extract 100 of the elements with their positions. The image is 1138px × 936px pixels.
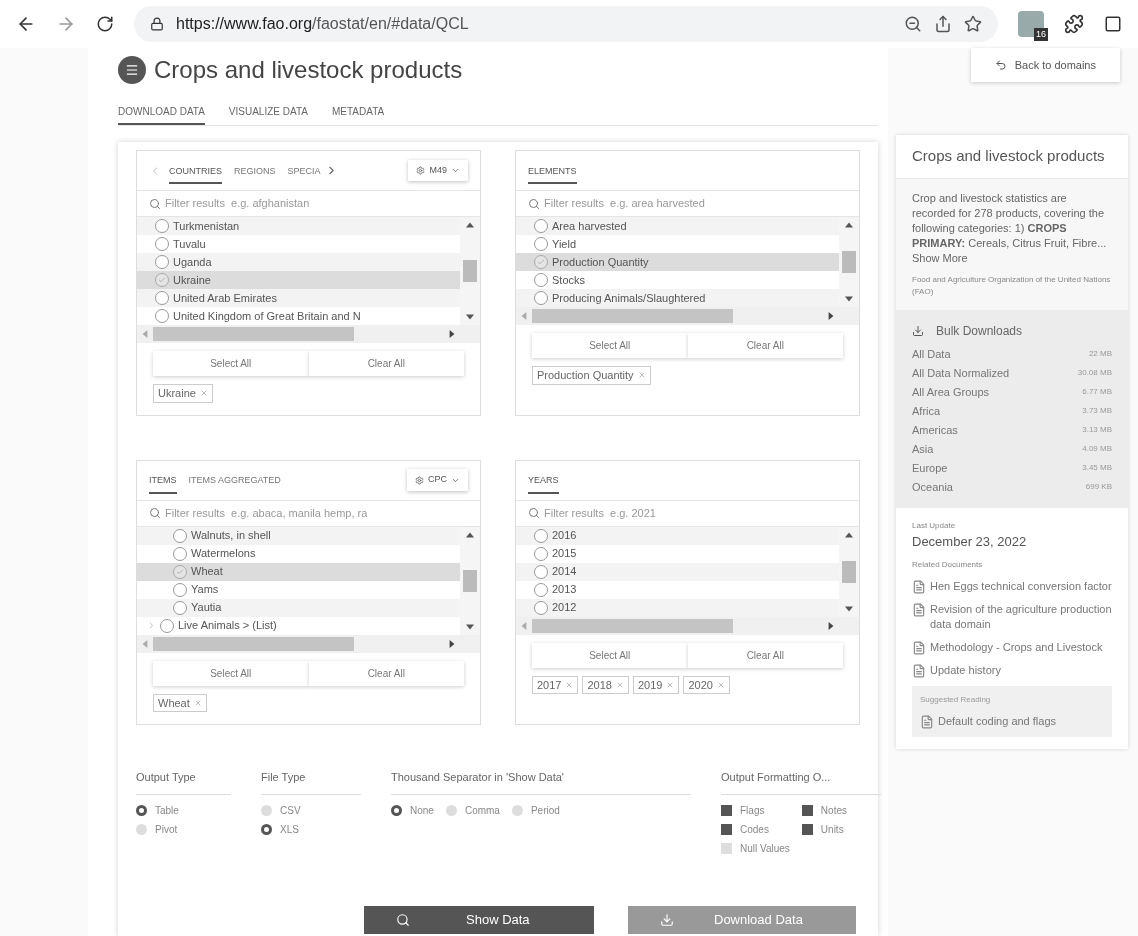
bulk-download-link[interactable]: All Area Groups [912, 384, 990, 401]
radio-button[interactable] [173, 564, 187, 579]
triangle-right-icon[interactable] [827, 312, 835, 320]
radio-button[interactable] [173, 582, 187, 597]
close-icon[interactable] [199, 389, 208, 398]
bulk-download-link[interactable]: Europe [912, 460, 948, 477]
close-icon[interactable] [666, 680, 675, 689]
panel-tab[interactable]: SPECIA [287, 156, 321, 185]
triangle-left-icon[interactable] [520, 312, 528, 320]
clear-all-button[interactable]: Clear All [687, 333, 843, 358]
document-link[interactable]: Hen Eggs technical conversion factor [930, 579, 1112, 595]
menu-icon[interactable] [118, 56, 146, 84]
radio-button[interactable] [173, 528, 187, 543]
scroll-thumb[interactable] [532, 309, 733, 323]
horizontal-scrollbar[interactable] [516, 307, 859, 325]
clear-all-button[interactable]: Clear All [687, 642, 843, 668]
scroll-thumb[interactable] [153, 636, 354, 651]
triangle-down-icon[interactable] [466, 313, 474, 321]
horizontal-scrollbar[interactable] [137, 325, 480, 343]
page-tab[interactable]: METADATA [331, 104, 385, 125]
list-row[interactable]: Ukraine [137, 271, 460, 289]
checkbox[interactable] [721, 804, 732, 816]
checkbox[interactable] [721, 842, 732, 854]
close-icon[interactable] [615, 680, 624, 689]
selected-chip[interactable]: Production Quantity [532, 366, 651, 385]
radio-button[interactable] [511, 804, 523, 816]
list-row[interactable]: Production Quantity [516, 253, 839, 271]
selected-chip[interactable]: 2018 [582, 675, 629, 694]
triangle-left-icon[interactable] [141, 330, 149, 338]
code-dropdown[interactable]: M49 [408, 159, 468, 182]
select-all-button[interactable]: Select All [532, 333, 688, 358]
filter-field[interactable]: Filter results e.g. afghanistan [165, 195, 468, 212]
back-to-domains-button[interactable]: Back to domains [970, 48, 1120, 82]
address-bar[interactable]: https://www.fao.org/faostat/en/#data/QCL [134, 6, 998, 42]
list-row[interactable]: Uganda [137, 253, 460, 271]
triangle-up-icon[interactable] [466, 530, 474, 539]
panel-tab[interactable]: ITEMS [149, 466, 177, 494]
scrollbar[interactable] [839, 217, 859, 307]
triangle-down-icon[interactable] [845, 295, 853, 303]
clear-all-button[interactable]: Clear All [308, 351, 464, 376]
close-icon[interactable] [637, 371, 646, 380]
radio-button[interactable] [136, 804, 147, 816]
bulk-download-link[interactable]: Asia [912, 441, 934, 458]
selected-chip[interactable]: Ukraine [153, 384, 213, 403]
triangle-down-icon[interactable] [466, 622, 474, 631]
star-icon[interactable] [964, 15, 982, 33]
triangle-down-icon[interactable] [845, 604, 853, 613]
triangle-left-icon[interactable] [141, 639, 149, 648]
radio-button[interactable] [155, 219, 169, 233]
checkbox[interactable] [801, 804, 813, 816]
triangle-up-icon[interactable] [845, 221, 853, 229]
document-link[interactable]: Default coding and flags [938, 714, 1057, 730]
triangle-left-icon[interactable] [520, 621, 528, 630]
select-all-button[interactable]: Select All [532, 642, 688, 668]
radio-button[interactable] [160, 618, 174, 633]
selected-chip[interactable]: 2017 [532, 675, 579, 694]
expand-icon[interactable] [147, 621, 156, 630]
bulk-download-link[interactable]: Americas [912, 422, 958, 439]
radio-button[interactable] [534, 273, 548, 287]
scroll-thumb[interactable] [463, 569, 477, 592]
selected-chip[interactable]: 2020 [683, 675, 730, 694]
scroll-thumb[interactable] [842, 251, 856, 273]
panel-tab[interactable]: YEARS [528, 466, 559, 494]
scrollbar[interactable] [460, 526, 480, 635]
clear-all-button[interactable]: Clear All [308, 660, 464, 686]
list-row[interactable]: Area harvested [516, 217, 839, 235]
radio-button[interactable] [261, 804, 272, 816]
radio-button[interactable] [534, 291, 548, 305]
radio-button[interactable] [173, 600, 187, 615]
radio-button[interactable] [534, 564, 548, 579]
close-icon[interactable] [193, 698, 202, 707]
puzzle-icon[interactable] [1064, 14, 1084, 34]
filter-field[interactable]: Filter results e.g. abaca, manila hemp, ra [165, 504, 468, 522]
sidebar-icon[interactable] [1104, 15, 1122, 33]
triangle-right-icon[interactable] [448, 639, 456, 648]
radio-button[interactable] [534, 219, 548, 233]
zoom-out-icon[interactable] [904, 15, 922, 33]
triangle-up-icon[interactable] [466, 221, 474, 229]
reload-icon[interactable] [96, 15, 114, 33]
scrollbar[interactable] [839, 526, 859, 617]
filter-field[interactable]: Filter results e.g. area harvested [544, 195, 847, 212]
panel-tab[interactable]: ITEMS AGGREGATED [188, 466, 281, 494]
radio-button[interactable] [155, 237, 169, 251]
panel-tab[interactable]: ELEMENTS [528, 156, 577, 185]
scroll-thumb[interactable] [532, 618, 733, 633]
scroll-thumb[interactable] [153, 327, 354, 341]
radio-button[interactable] [155, 255, 169, 269]
close-icon[interactable] [716, 680, 725, 689]
radio-button[interactable] [534, 546, 548, 561]
radio-button[interactable] [173, 546, 187, 561]
radio-button[interactable] [155, 273, 169, 287]
code-dropdown[interactable]: CPC [407, 469, 468, 491]
document-link[interactable]: Methodology - Crops and Livestock [930, 640, 1103, 656]
radio-button[interactable] [155, 291, 169, 305]
triangle-right-icon[interactable] [827, 621, 835, 630]
share-icon[interactable] [934, 15, 952, 33]
page-tab[interactable]: DOWNLOAD DATA [118, 104, 205, 125]
radio-button[interactable] [534, 237, 548, 251]
select-all-button[interactable]: Select All [153, 660, 309, 686]
scroll-thumb[interactable] [463, 260, 477, 282]
